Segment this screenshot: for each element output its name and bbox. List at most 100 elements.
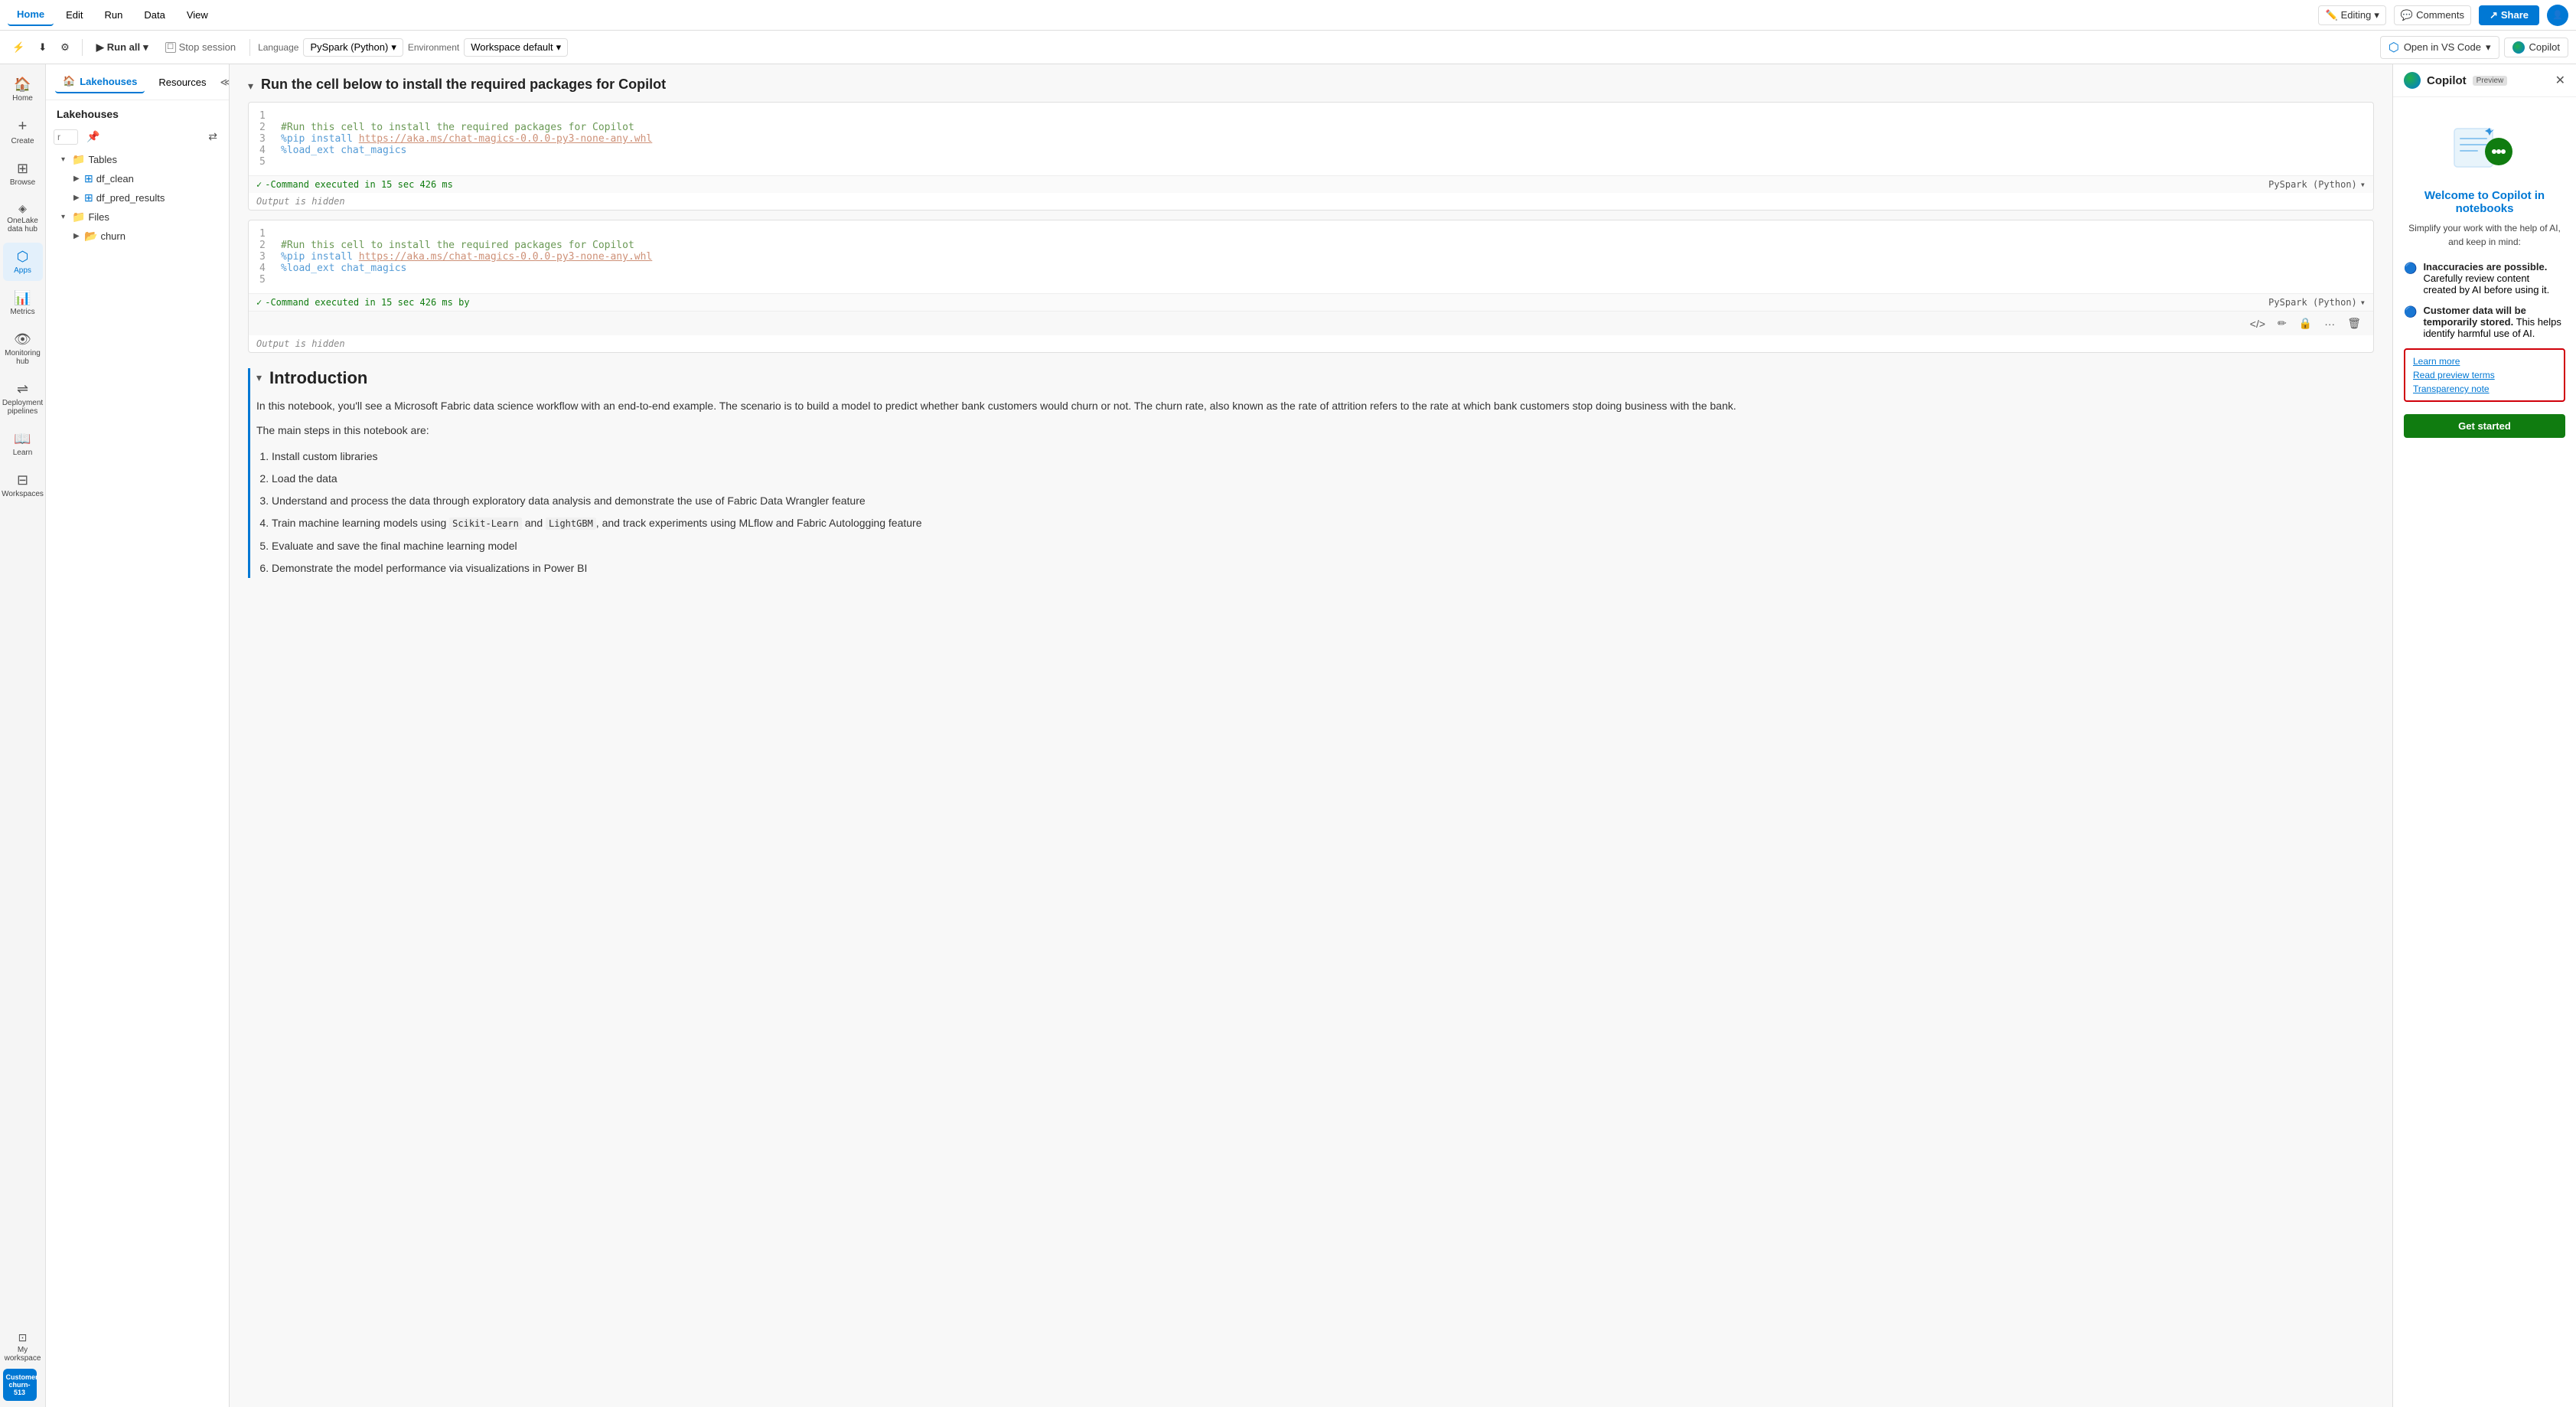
myworkspace-icon: ⊡ <box>18 1331 28 1344</box>
line-num: 3 <box>259 251 272 263</box>
churn-caret: ▶ <box>73 232 81 240</box>
nav-item-apps[interactable]: ⬡ Apps <box>3 243 43 281</box>
copilot-close-button[interactable]: ✕ <box>2555 73 2565 88</box>
metrics-icon: 📊 <box>14 290 31 306</box>
nav-item-workspaces[interactable]: ⊟ Workspaces <box>3 466 43 504</box>
section2-collapse[interactable]: ▾ <box>256 371 262 384</box>
cell1-line1: 1 <box>259 110 2362 122</box>
cell-delete-btn[interactable]: 🗑 <box>2343 315 2366 332</box>
copilot-small-icon <box>2512 41 2525 54</box>
share-button[interactable]: ↗ Share <box>2479 5 2539 25</box>
cell1-lang[interactable]: PySpark (Python) ▾ <box>2268 179 2366 190</box>
tree-tables[interactable]: ▾ 📁 Tables <box>46 150 229 169</box>
tab-run[interactable]: Run <box>96 5 132 25</box>
copilot-illustration <box>2447 117 2523 178</box>
explorer-collapse-button[interactable]: ≪ <box>220 76 230 89</box>
nav-item-browse[interactable]: ⊞ Browse <box>3 155 43 193</box>
format-button[interactable]: ⚡ <box>8 38 29 57</box>
notice2-text: Customer data will be temporarily stored… <box>2423 305 2565 339</box>
settings-button[interactable]: ⚙ <box>56 38 74 57</box>
cell-lock-btn[interactable]: 🔒 <box>2294 315 2317 332</box>
nav-bottom: ⊡ My workspace Customer churn-513 <box>3 1325 43 1401</box>
nav-item-onelake[interactable]: ◈ OneLake data hub <box>3 196 43 240</box>
nav-item-home[interactable]: 🏠 Home <box>3 70 43 109</box>
language-selector[interactable]: PySpark (Python) ▾ <box>303 38 403 57</box>
line-num: 4 <box>259 263 272 274</box>
monitoring-icon: 👁 <box>14 331 31 348</box>
transparency-note-link[interactable]: Transparency note <box>2413 384 2556 394</box>
df-clean-icon: ⊞ <box>84 172 93 185</box>
explorer-tab-resources[interactable]: Resources <box>151 72 214 93</box>
explorer-tab-lakehouses[interactable]: 🏠 Lakehouses <box>55 70 145 93</box>
copilot-toolbar-button[interactable]: Copilot <box>2504 38 2568 57</box>
nav-item-learn[interactable]: 📖 Learn <box>3 425 43 463</box>
stop-session-button[interactable]: ☐ Stop session <box>159 38 242 56</box>
explorer-toolbar: 📌 ⇄ <box>46 125 229 149</box>
nav-item-metrics[interactable]: 📊 Metrics <box>3 284 43 322</box>
onelake-icon: ◈ <box>18 202 27 215</box>
nav-item-create[interactable]: + Create <box>3 112 43 152</box>
read-preview-link[interactable]: Read preview terms <box>2413 370 2556 380</box>
df-pred-icon: ⊞ <box>84 191 93 204</box>
run-all-button[interactable]: ▶ Run all ▾ <box>90 38 155 57</box>
pin-button[interactable]: 📌 <box>83 128 103 145</box>
tab-data[interactable]: Data <box>135 5 174 25</box>
lakehouse-tab-icon: 🏠 <box>63 75 75 87</box>
cell1-status: ✓ -Command executed in 15 sec 426 ms <box>256 179 453 190</box>
environment-selector[interactable]: Workspace default ▾ <box>464 38 568 57</box>
line-num: 5 <box>259 156 272 168</box>
copilot-header: Copilot Preview ✕ <box>2393 64 2576 97</box>
topbar-right: ✏️ Editing ▾ 💬 Comments ↗ Share 👤 <box>2318 5 2568 26</box>
preview-badge: Preview <box>2473 76 2508 86</box>
main-layout: 🏠 Home + Create ⊞ Browse ◈ OneLake data … <box>0 64 2576 1407</box>
copilot-content: Welcome to Copilot in notebooks Simplify… <box>2393 97 2576 1407</box>
section1-header: ▾ Run the cell below to install the requ… <box>248 77 2374 93</box>
language-label: Language <box>258 42 298 53</box>
nav-item-deployment[interactable]: ⇌ Deployment pipelines <box>3 375 43 422</box>
cell1-content: 1 2 #Run this cell to install the requir… <box>249 103 2373 175</box>
deployment-icon: ⇌ <box>17 381 28 397</box>
copilot-toolbar-label: Copilot <box>2529 41 2560 53</box>
cell2-output: Output is hidden <box>249 335 2373 352</box>
editing-button[interactable]: ✏️ Editing ▾ <box>2318 5 2385 25</box>
get-started-button[interactable]: Get started <box>2404 414 2565 438</box>
cell-code-btn[interactable]: </> <box>2245 315 2270 332</box>
notice1-title: Inaccuracies are possible. <box>2423 261 2547 273</box>
notice1-icon: 🔵 <box>2404 262 2417 275</box>
cell2-line2: 2 #Run this cell to install the required… <box>259 240 2362 251</box>
avatar[interactable]: 👤 <box>2547 5 2568 26</box>
customer-badge[interactable]: Customer churn-513 <box>3 1369 37 1401</box>
nav-item-myworkspace[interactable]: ⊡ My workspace <box>3 1325 43 1369</box>
copilot-illustration-svg <box>2447 117 2523 178</box>
tab-view[interactable]: View <box>178 5 217 25</box>
tree-df-pred-results[interactable]: ▶ ⊞ df_pred_results <box>46 188 229 207</box>
intro-step-5: Evaluate and save the final machine lear… <box>272 537 2374 556</box>
comments-button[interactable]: 💬 Comments <box>2394 5 2471 25</box>
tree-churn[interactable]: ▶ 📂 churn <box>46 227 229 246</box>
files-caret: ▾ <box>61 213 69 221</box>
cell-more-btn[interactable]: ··· <box>2320 315 2340 332</box>
language-chevron: ▾ <box>391 41 396 54</box>
nav-item-monitoring[interactable]: 👁 Monitoring hub <box>3 325 43 372</box>
open-vscode-button[interactable]: ⬡ Open in VS Code ▾ <box>2380 36 2499 59</box>
intro-step-1: Install custom libraries <box>272 447 2374 466</box>
cell1-line3: 3 %pip install https://aka.ms/chat-magic… <box>259 133 2362 145</box>
nav-workspaces-label: Workspaces <box>2 490 44 498</box>
check-icon: ✓ <box>256 179 262 190</box>
stop-checkbox[interactable]: ☐ <box>165 42 176 53</box>
tab-home[interactable]: Home <box>8 4 54 26</box>
nav-browse-label: Browse <box>10 178 35 187</box>
tree-files[interactable]: ▾ 📁 Files <box>46 207 229 227</box>
line-num: 5 <box>259 274 272 286</box>
tree-df-clean[interactable]: ▶ ⊞ df_clean <box>46 169 229 188</box>
explorer-search-input[interactable] <box>54 129 78 145</box>
learn-more-link[interactable]: Learn more <box>2413 356 2556 367</box>
churn-folder-icon: 📂 <box>84 230 97 243</box>
cell2-lang[interactable]: PySpark (Python) ▾ <box>2268 297 2366 308</box>
tab-edit[interactable]: Edit <box>57 5 92 25</box>
refresh-button[interactable]: ⇄ <box>204 128 221 145</box>
section1-collapse[interactable]: ▾ <box>248 80 253 93</box>
cell-edit-btn[interactable]: ✏ <box>2273 315 2291 332</box>
download-button[interactable]: ⬇ <box>34 38 51 57</box>
cell2-line1: 1 <box>259 228 2362 240</box>
